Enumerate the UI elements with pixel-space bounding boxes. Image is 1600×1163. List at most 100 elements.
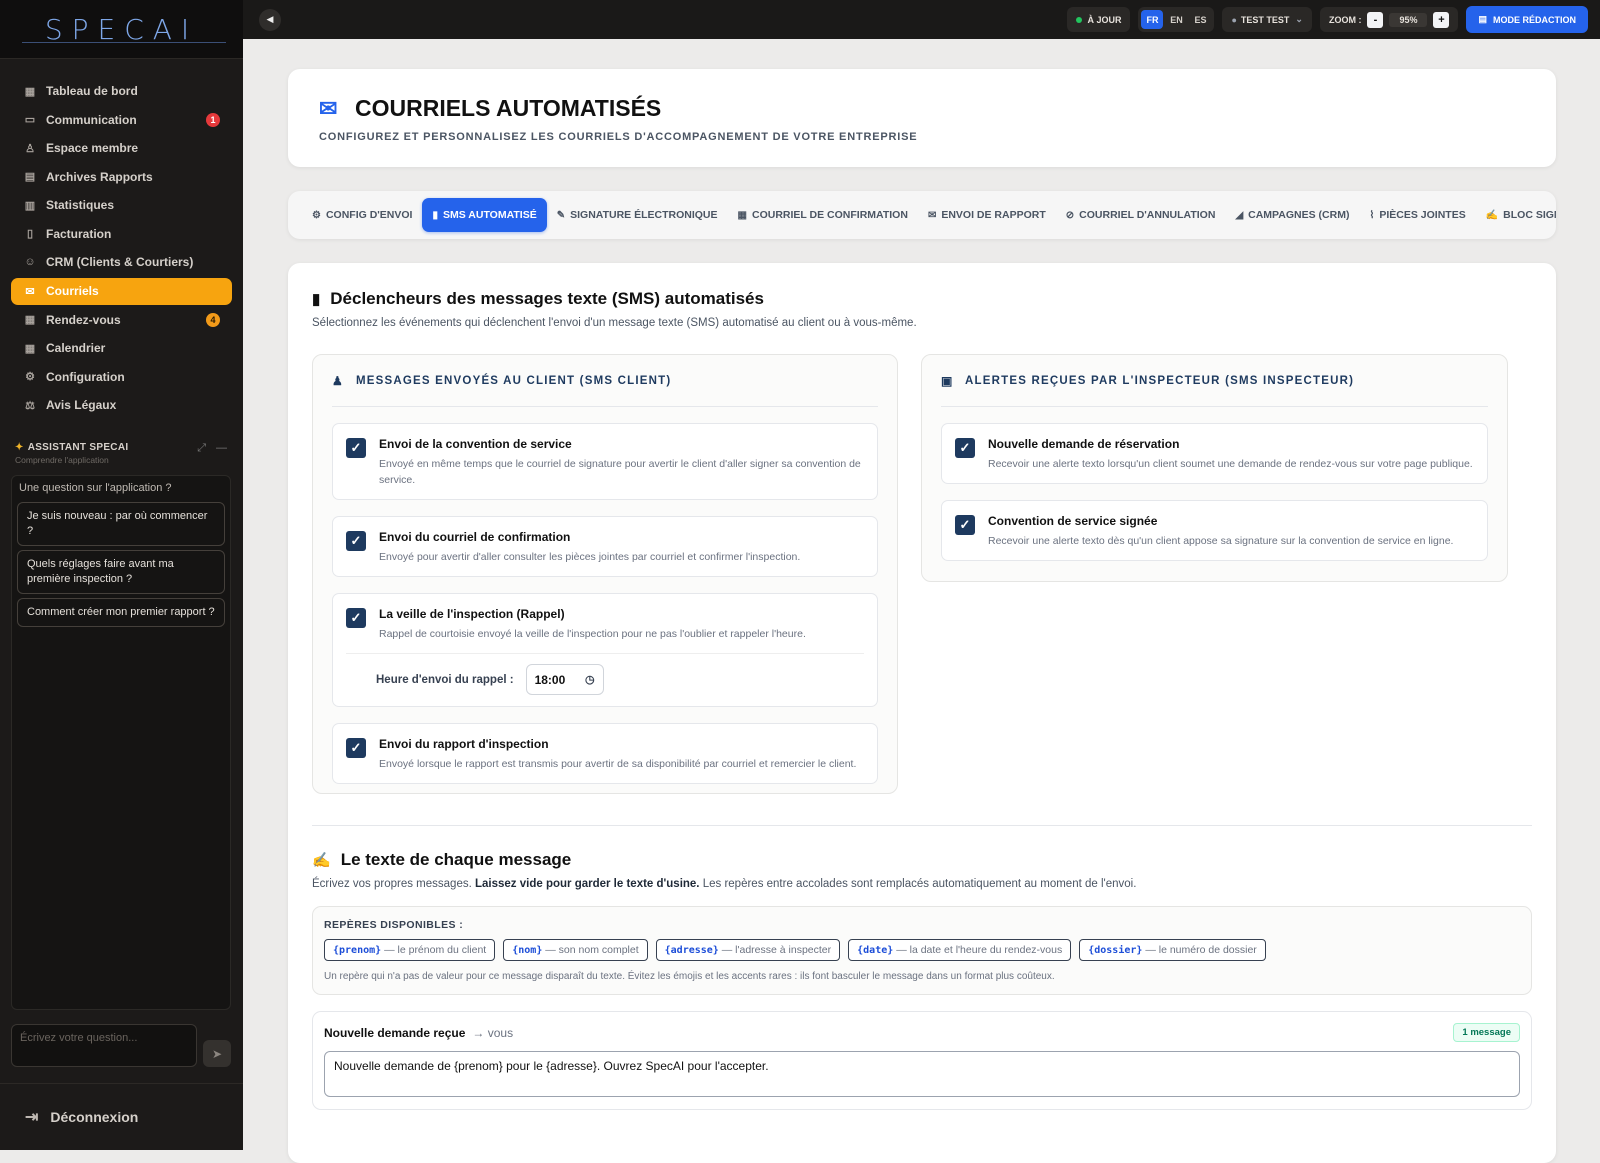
token-chip[interactable]: {prenom} — le prénom du client bbox=[324, 939, 496, 961]
tab-icon: ✍ bbox=[1485, 209, 1499, 221]
checkbox-checked-icon[interactable]: ✓ bbox=[346, 738, 366, 758]
token-chip[interactable]: {nom} — son nom complet bbox=[503, 939, 648, 961]
tab-2[interactable]: ✎ SIGNATURE ÉLECTRONIQUE bbox=[547, 198, 728, 232]
edit-mode-button[interactable]: ▤ MODE RÉDACTION bbox=[1466, 6, 1588, 33]
checkbox-checked-icon[interactable]: ✓ bbox=[955, 438, 975, 458]
tab-0[interactable]: ⚙ CONFIG D'ENVOI bbox=[302, 198, 422, 232]
tab-icon: ▦ bbox=[737, 209, 747, 221]
section-title: Le texte de chaque message bbox=[340, 850, 572, 869]
trigger-option: ✓ Nouvelle demande de réservation Recevoir… bbox=[941, 423, 1488, 484]
sidebar-item-label: Avis Légaux bbox=[46, 398, 117, 413]
sidebar-item-statistiques[interactable]: ▥ Statistiques bbox=[11, 191, 232, 220]
collapse-sidebar-icon[interactable]: ◀ bbox=[259, 8, 281, 31]
reminder-time-input[interactable]: 18:00 ◷ bbox=[525, 664, 604, 695]
calendar-alt-icon: ▦ bbox=[24, 342, 36, 355]
sidebar-item-communication[interactable]: ▭ Communication 1 bbox=[11, 106, 232, 135]
option-title: Envoi de la convention de service bbox=[379, 437, 572, 451]
sidebar-item-espace-membre[interactable]: ♙ Espace membre bbox=[11, 134, 232, 163]
zoom-out-button[interactable]: - bbox=[1367, 11, 1384, 28]
tab-6[interactable]: ◢ CAMPAGNES (CRM) bbox=[1225, 198, 1359, 232]
sidebar-item-label: Configuration bbox=[46, 369, 125, 384]
sidebar-item-archives-rapports[interactable]: ▤ Archives Rapports bbox=[11, 163, 232, 192]
sparkle-icon: ✦ bbox=[15, 442, 24, 453]
tab-8[interactable]: ✍ BLOC SIGNA bbox=[1476, 198, 1556, 232]
sidebar-item-tableau-de-bord[interactable]: ▦ Tableau de bord bbox=[11, 77, 232, 106]
token-chip[interactable]: {adresse} — l'adresse à inspecter bbox=[655, 939, 841, 961]
sidebar-item-label: Archives Rapports bbox=[46, 169, 153, 184]
tab-icon: ✉ bbox=[927, 209, 937, 221]
sidebar-item-label: Courriels bbox=[46, 284, 99, 298]
sidebar-nav: ▦ Tableau de bord ▭ Communication 1 ♙ Espace m… bbox=[0, 59, 243, 420]
sidebar-item-avis-l-gaux[interactable]: ⚖ Avis Légaux bbox=[11, 391, 232, 420]
lang-es[interactable]: ES bbox=[1189, 10, 1211, 29]
zoom-in-button[interactable]: + bbox=[1433, 11, 1450, 28]
client-sms-panel: ♟ MESSAGES ENVOYÉS AU CLIENT (SMS CLIENT)… bbox=[312, 354, 898, 794]
message-card-target: → vous bbox=[472, 1025, 514, 1040]
tab-icon: ⊘ bbox=[1065, 209, 1075, 221]
sidebar-item-rendez-vous[interactable]: ▦ Rendez-vous 4 bbox=[11, 306, 232, 335]
message-card-title: Nouvelle demande reçue bbox=[324, 1025, 466, 1040]
checkbox-checked-icon[interactable]: ✓ bbox=[346, 608, 366, 628]
assistant-suggestion[interactable]: Comment créer mon premier rapport ? bbox=[17, 598, 225, 627]
token-description: — le prénom du client bbox=[384, 944, 487, 956]
token-chip[interactable]: {dossier} — le numéro de dossier bbox=[1079, 939, 1266, 961]
sidebar-item-configuration[interactable]: ⚙ Configuration bbox=[11, 363, 232, 392]
mail-icon: ✉ bbox=[319, 95, 338, 121]
logout-button[interactable]: ⇥ Déconnexion bbox=[0, 1083, 243, 1150]
user-menu[interactable]: ● TEST TEST ⌄ bbox=[1222, 7, 1312, 32]
logo-text: SPECAI bbox=[44, 12, 199, 46]
message-textarea[interactable]: Nouvelle demande de {prenom} pour le {ad… bbox=[324, 1051, 1520, 1097]
assistant-panel: ✦ ASSISTANT SPECAI Comprendre l'applicati… bbox=[11, 438, 231, 1010]
section-description: Écrivez vos propres messages. Laissez vi… bbox=[312, 878, 1137, 890]
sidebar-item-label: Facturation bbox=[46, 226, 112, 241]
checkbox-checked-icon[interactable]: ✓ bbox=[346, 438, 366, 458]
page-subtitle: CONFIGUREZ ET PERSONNALISEZ LES COURRIEL… bbox=[319, 131, 918, 143]
expand-icon[interactable]: ⤢ bbox=[197, 442, 206, 455]
sms-settings: ▮ Déclencheurs des messages texte (SMS) … bbox=[288, 263, 1556, 1163]
assistant-suggestion[interactable]: Je suis nouveau : par où commencer ? bbox=[17, 502, 225, 546]
sidebar-item-label: Rendez-vous bbox=[46, 312, 121, 327]
user-icon: ♟ bbox=[332, 373, 344, 388]
writing-hand-icon: ✍ bbox=[312, 852, 331, 869]
reminder-time-label: Heure d'envoi du rappel : bbox=[376, 673, 514, 686]
sidebar-item-facturation[interactable]: ▯ Facturation bbox=[11, 220, 232, 249]
users-icon: ☺ bbox=[24, 256, 36, 269]
option-description: Rappel de courtoisie envoyé la veille de… bbox=[379, 628, 806, 640]
section-description: Sélectionnez les événements qui déclench… bbox=[312, 317, 917, 329]
token-chip[interactable]: {date} — la date et l'heure du rendez-vo… bbox=[848, 939, 1072, 961]
option-title: La veille de l'inspection (Rappel) bbox=[379, 607, 565, 621]
bar-chart-icon: ▥ bbox=[24, 199, 36, 212]
logout-icon: ⇥ bbox=[25, 1109, 39, 1126]
sidebar-item-calendrier[interactable]: ▦ Calendrier bbox=[11, 334, 232, 363]
lang-en[interactable]: EN bbox=[1165, 10, 1187, 29]
assistant-input[interactable]: Écrivez votre question... bbox=[11, 1024, 197, 1067]
lang-fr[interactable]: FR bbox=[1141, 10, 1164, 29]
minimize-icon[interactable]: — bbox=[216, 442, 227, 455]
logo: SPECAI bbox=[0, 0, 243, 59]
tab-1[interactable]: ▮ SMS AUTOMATISÉ bbox=[422, 198, 547, 232]
member-icon: ♙ bbox=[25, 142, 35, 155]
sidebar-item-courriels[interactable]: ✉ Courriels bbox=[11, 277, 232, 305]
tab-7[interactable]: ⌇ PIÈCES JOINTES bbox=[1359, 198, 1475, 232]
option-title: Envoi du courriel de confirmation bbox=[379, 530, 571, 544]
checkbox-checked-icon[interactable]: ✓ bbox=[346, 531, 366, 551]
invoice-icon: ▯ bbox=[26, 228, 34, 241]
sidebar-item-label: Tableau de bord bbox=[46, 84, 138, 99]
document-icon: ▤ bbox=[1478, 14, 1487, 24]
tab-label: CONFIG D'ENVOI bbox=[325, 209, 413, 221]
send-icon[interactable]: ➤ bbox=[203, 1040, 231, 1067]
token-code: {nom} bbox=[512, 945, 543, 956]
tab-icon: ▮ bbox=[432, 209, 438, 221]
tab-5[interactable]: ⊘ COURRIEL D'ANNULATION bbox=[1056, 198, 1226, 232]
assistant-suggestion[interactable]: Quels réglages faire avant ma première i… bbox=[17, 550, 225, 594]
logout-label: Déconnexion bbox=[50, 1109, 139, 1125]
sync-status: À JOUR bbox=[1067, 7, 1131, 32]
tab-3[interactable]: ▦ COURRIEL DE CONFIRMATION bbox=[728, 198, 918, 232]
checkbox-checked-icon[interactable]: ✓ bbox=[955, 515, 975, 535]
page-header: ✉ COURRIELS AUTOMATISÉS CONFIGUREZ ET PE… bbox=[288, 69, 1556, 167]
tab-4[interactable]: ✉ ENVOI DE RAPPORT bbox=[918, 198, 1056, 232]
tab-label: ENVOI DE RAPPORT bbox=[941, 209, 1046, 221]
assistant-subtitle: Comprendre l'application bbox=[15, 455, 109, 465]
sidebar-item-label: Espace membre bbox=[46, 141, 139, 156]
sidebar-item-crm-clients-courtiers[interactable]: ☺ CRM (Clients & Courtiers) bbox=[11, 248, 232, 277]
